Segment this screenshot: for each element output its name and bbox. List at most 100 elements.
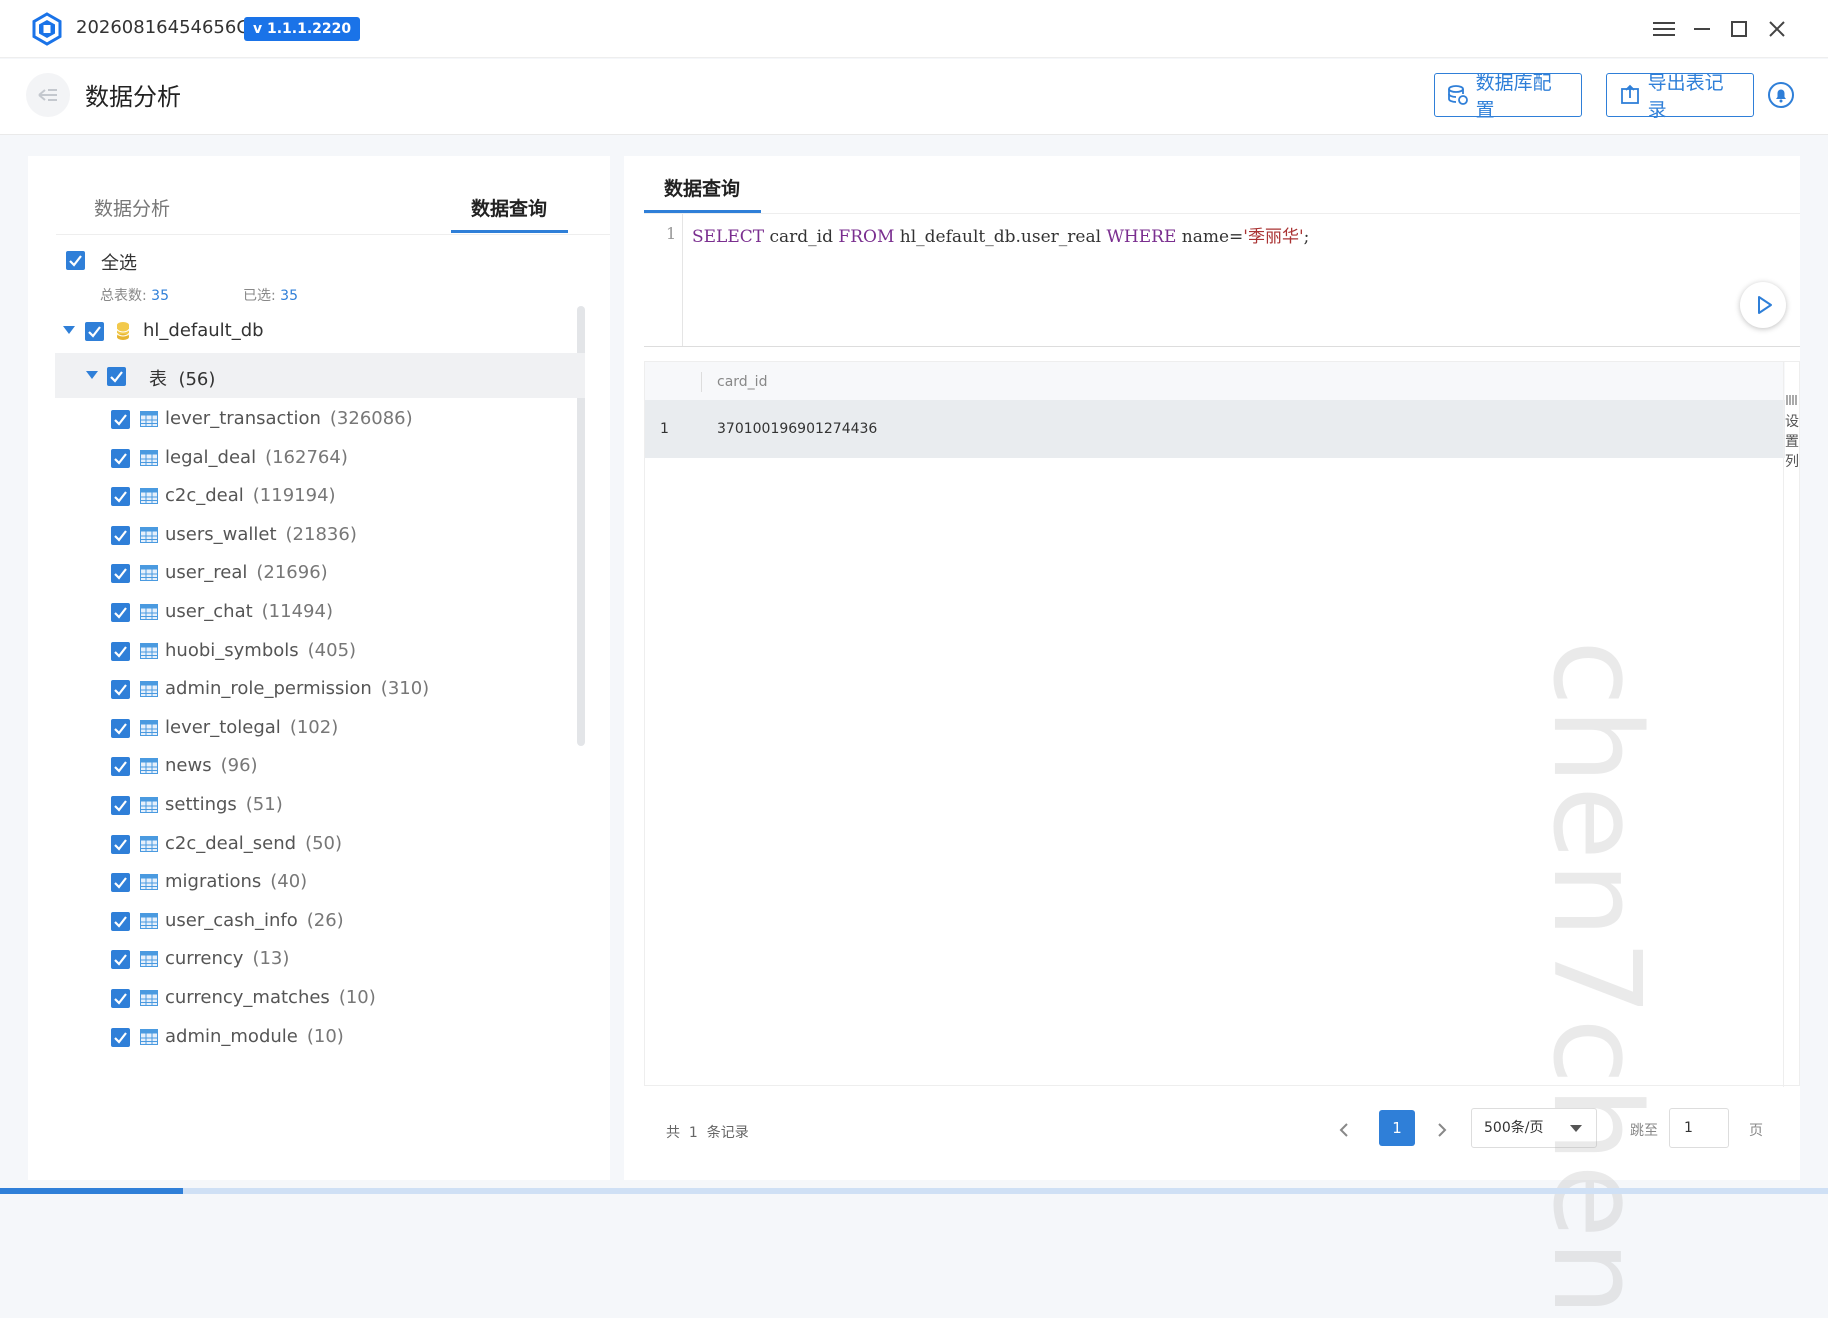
table-checkbox[interactable] [111, 1028, 130, 1047]
select-all-checkbox[interactable] [66, 251, 85, 270]
table-checkbox[interactable] [111, 873, 130, 892]
page-title: 数据分析 [85, 83, 181, 111]
table-checkbox[interactable] [111, 989, 130, 1008]
table-checkbox[interactable] [111, 526, 130, 545]
list-item[interactable]: user_cash_info (26) [165, 910, 344, 931]
sql-code-line[interactable]: SELECT card_id FROM hl_default_db.user_r… [692, 222, 1309, 247]
list-item[interactable]: c2c_deal (119194) [165, 485, 336, 506]
editor-gutter: 1 [644, 214, 683, 346]
notification-bell-icon[interactable] [1767, 81, 1795, 109]
export-button[interactable]: 导出表记录 [1606, 72, 1754, 121]
table-row-count: (50) [305, 833, 343, 854]
table-row-count: (40) [270, 871, 308, 892]
columns-icon [1786, 395, 1797, 405]
sql-condition: name= [1176, 227, 1244, 247]
selected-tables-value: 35 [280, 288, 298, 304]
table-name: user_real [165, 562, 248, 583]
table-row-count: (26) [306, 910, 344, 931]
list-item[interactable]: migrations (40) [165, 871, 307, 892]
db-expand-caret-icon[interactable] [63, 326, 75, 334]
table-checkbox[interactable] [111, 680, 130, 699]
watermark: chen7chen [1526, 640, 1665, 1318]
table-row-count: (102) [289, 717, 339, 738]
list-item[interactable]: users_wallet (21836) [165, 524, 357, 545]
table-checkbox[interactable] [111, 449, 130, 468]
table-checkbox[interactable] [111, 642, 130, 661]
tab-divider [56, 234, 610, 235]
jump-page-input[interactable]: 1 [1669, 1108, 1729, 1148]
selected-tables-label: 已选: [243, 288, 276, 304]
table-grid-icon [140, 797, 158, 813]
table-checkbox[interactable] [111, 950, 130, 969]
table-grid-icon [140, 565, 158, 581]
tables-group-row[interactable] [55, 353, 585, 398]
table-grid-icon [140, 758, 158, 774]
table-checkbox[interactable] [111, 912, 130, 931]
table-name: admin_module [165, 1026, 298, 1047]
run-query-button[interactable] [1740, 282, 1786, 328]
list-item[interactable]: admin_module (10) [165, 1026, 344, 1047]
table-checkbox[interactable] [111, 757, 130, 776]
table-checkbox[interactable] [111, 410, 130, 429]
table-grid-icon [140, 913, 158, 929]
back-arrow-icon [38, 89, 57, 101]
list-item[interactable]: lever_tolegal (102) [165, 717, 338, 738]
header-divider [701, 372, 702, 392]
table-row[interactable]: 1 370100196901274436 [645, 400, 1785, 458]
list-item[interactable]: currency_matches (10) [165, 987, 376, 1008]
maximize-icon[interactable] [1724, 14, 1754, 44]
db-config-label: 数据库配置 [1475, 72, 1552, 121]
result-header-row: card_id [645, 362, 1785, 400]
menu-icon[interactable] [1648, 14, 1678, 44]
table-checkbox[interactable] [111, 487, 130, 506]
db-checkbox[interactable] [85, 322, 104, 341]
list-item[interactable]: c2c_deal_send (50) [165, 833, 342, 854]
export-label: 导出表记录 [1647, 72, 1724, 121]
table-name: currency_matches [165, 987, 330, 1008]
next-page-icon[interactable] [1432, 1120, 1452, 1140]
sql-table: hl_default_db.user_real [894, 227, 1107, 247]
tab-data-query[interactable]: 数据查询 [471, 194, 547, 221]
table-row-count: (21836) [285, 524, 357, 545]
table-checkbox[interactable] [111, 603, 130, 622]
list-item[interactable]: settings (51) [165, 794, 283, 815]
sql-editor[interactable]: 1 SELECT card_id FROM hl_default_db.user… [644, 214, 1800, 347]
tab-data-analysis[interactable]: 数据分析 [94, 194, 170, 221]
window-app-id: 20260816454656C0 [76, 17, 261, 38]
db-config-button[interactable]: 数据库配置 [1434, 72, 1582, 121]
table-name: legal_deal [165, 447, 257, 468]
minimize-icon[interactable] [1686, 14, 1716, 44]
tab-query-editor[interactable]: 数据查询 [664, 174, 740, 201]
table-checkbox[interactable] [111, 564, 130, 583]
tables-group-checkbox[interactable] [107, 367, 126, 386]
db-name[interactable]: hl_default_db [143, 320, 264, 341]
tables-expand-caret-icon[interactable] [86, 371, 98, 379]
current-page-button[interactable]: 1 [1379, 1110, 1415, 1146]
cell-card-id[interactable]: 370100196901274436 [717, 421, 877, 437]
list-item[interactable]: admin_role_permission (310) [165, 678, 429, 699]
table-row-count: (326086) [329, 408, 413, 429]
table-name: c2c_deal [165, 485, 244, 506]
result-column-header[interactable]: card_id [717, 374, 767, 390]
close-icon[interactable] [1762, 14, 1792, 44]
select-all-label: 全选 [101, 253, 137, 274]
list-item[interactable]: legal_deal (162764) [165, 447, 348, 468]
table-name: admin_role_permission [165, 678, 372, 699]
sql-terminator: ; [1303, 227, 1310, 247]
table-checkbox[interactable] [111, 719, 130, 738]
table-checkbox[interactable] [111, 796, 130, 815]
list-item[interactable]: user_chat (11494) [165, 601, 333, 622]
list-item[interactable]: lever_transaction (326086) [165, 408, 413, 429]
prev-page-icon[interactable] [1334, 1120, 1354, 1140]
back-button[interactable] [26, 73, 70, 117]
list-item[interactable]: user_real (21696) [165, 562, 328, 583]
active-tab-indicator [451, 230, 568, 233]
list-item[interactable]: news (96) [165, 755, 258, 776]
column-settings-button[interactable]: 设置列 [1785, 392, 1799, 472]
table-name: currency [165, 948, 244, 969]
table-checkbox[interactable] [111, 835, 130, 854]
sql-keyword-select: SELECT [692, 227, 765, 247]
table-row-count: (405) [307, 640, 357, 661]
list-item[interactable]: currency (13) [165, 948, 289, 969]
list-item[interactable]: huobi_symbols (405) [165, 640, 356, 661]
